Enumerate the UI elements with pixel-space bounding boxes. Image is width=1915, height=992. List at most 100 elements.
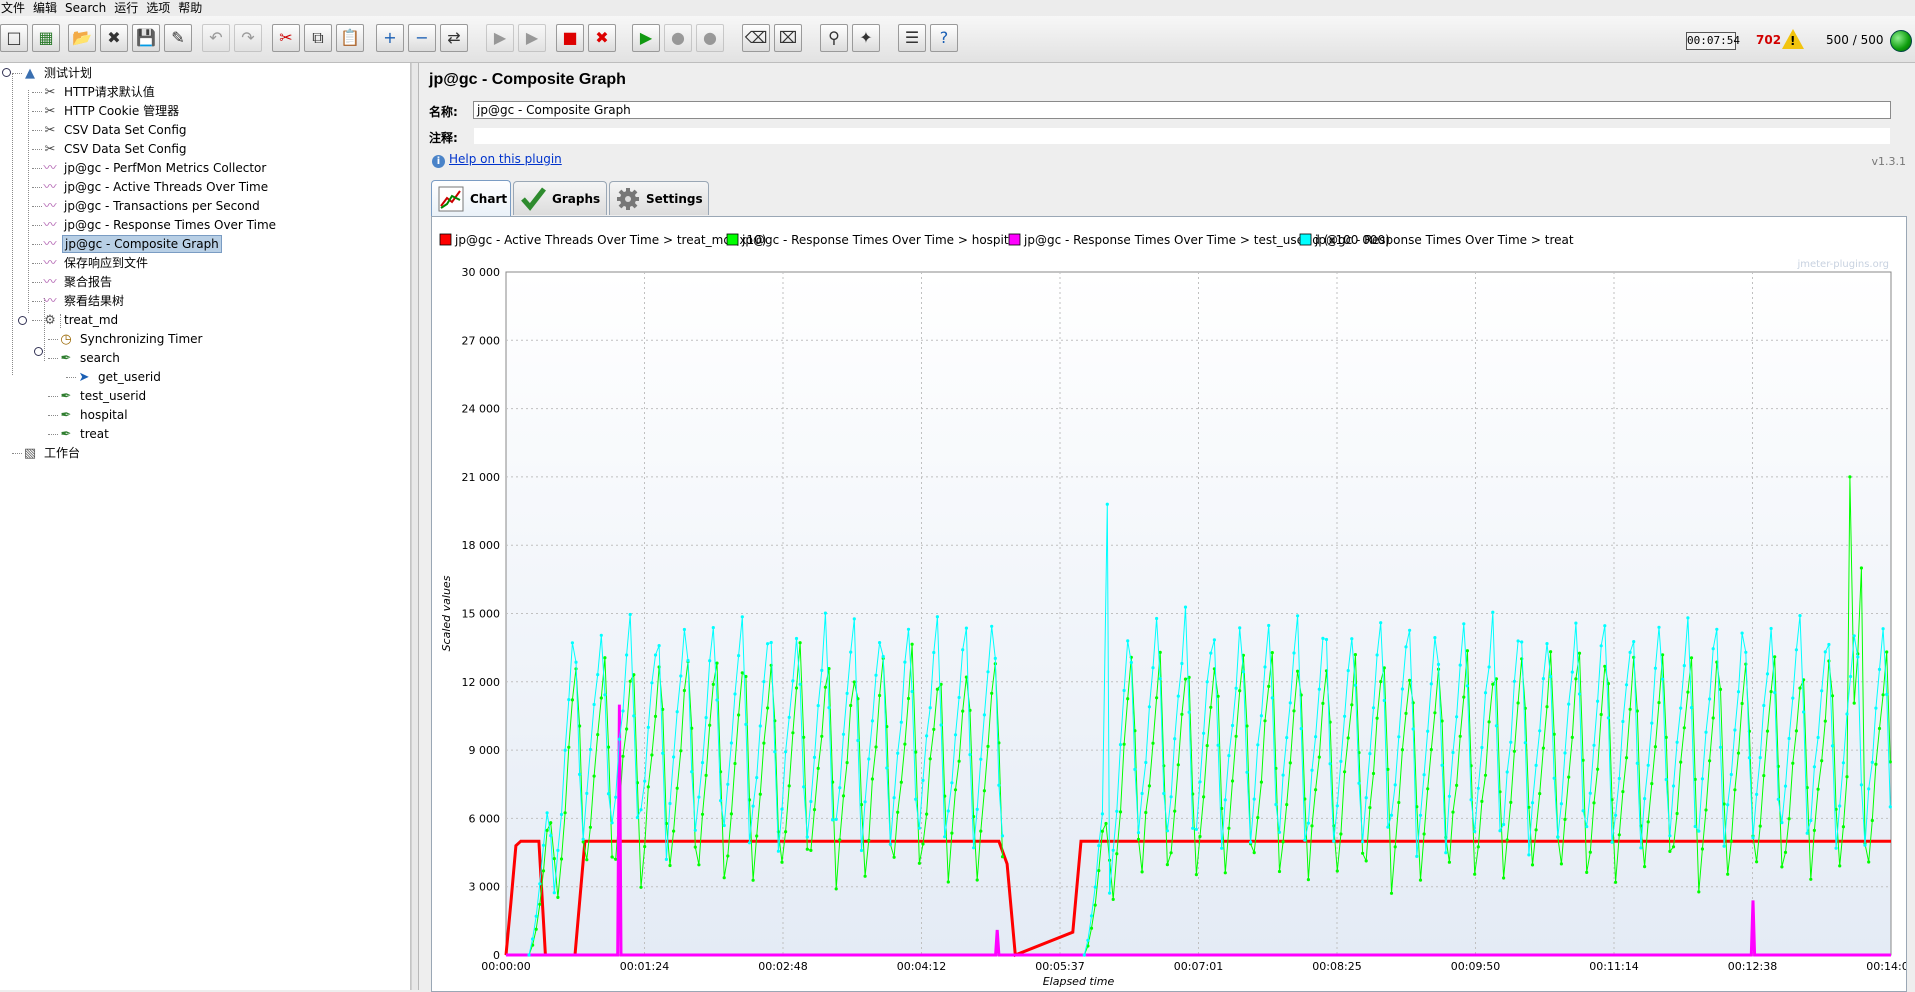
menu-0[interactable]: 文件 [0,0,32,16]
menu-4[interactable]: 选项 [145,0,177,16]
tree-node[interactable]: 〰察看结果树 [42,292,126,310]
tree-toggle-icon[interactable] [2,68,11,77]
data-point [1588,850,1592,854]
tree-toggle-icon[interactable] [18,316,27,325]
tab-chart[interactable]: Chart [431,180,511,216]
tree-node[interactable]: ✂ HTTP Cookie 管理器 [42,102,181,120]
tree-node[interactable]: 〰 jp@gc - PerfMon Metrics Collector [42,159,268,177]
data-point [798,641,802,645]
data-point [1418,813,1423,817]
data-point [610,821,614,825]
cut-icon[interactable]: ✂ [272,24,300,52]
menu-5[interactable]: 帮助 [177,0,209,16]
clear-icon[interactable]: ⌫ [742,24,770,52]
undo-icon[interactable]: ↶ [202,24,230,52]
x-tick-label: 00:08:25 [1312,960,1361,973]
remote-start-icon[interactable]: ▶ [632,24,660,52]
templates-icon[interactable]: ▦ [32,24,60,52]
clear-all-icon[interactable]: ⌧ [774,24,802,52]
tree-node[interactable]: ➤ get_userid [76,368,163,386]
data-point [1530,801,1535,805]
composite-chart[interactable]: jmeter-plugins.org 0 3 000 6 000 9 000 12 000… [431,216,1907,992]
test-plan-tree: ▲ 测试计划 ✂ HTTP请求默认值 ✂ HTTP Cookie 管理器 ✂ CSV Data… [0,63,411,990]
new-icon[interactable]: □ [0,24,28,52]
data-point [1769,690,1773,694]
tree-node[interactable]: ✂ CSV Data Set Config [42,140,189,158]
function-helper-icon[interactable]: ☰ [898,24,926,52]
data-point [1885,692,1889,697]
copy-icon[interactable]: ⧉ [304,24,332,52]
save-as-icon[interactable]: ✎ [164,24,192,52]
tree-node[interactable]: 〰聚合报告 [42,273,114,291]
remote-shutdown-icon[interactable]: ● [696,24,724,52]
warning-icon[interactable]: ! [1782,29,1804,49]
menu-1[interactable]: 编辑 [32,0,64,16]
stop-icon[interactable]: ■ [556,24,584,52]
listener-icon: 〰 [43,236,57,252]
expand-icon[interactable]: + [376,24,404,52]
tree-node[interactable]: ▲ 测试计划 [22,64,94,82]
tree-node[interactable]: 〰 jp@gc - Response Times Over Time [42,216,278,234]
data-point [567,745,571,749]
save-icon[interactable]: 💾 [132,24,160,52]
tab-graphs[interactable]: Graphs [513,181,607,215]
data-point [1368,752,1372,756]
data-point [1650,721,1654,725]
data-point [1773,691,1777,695]
reset-search-icon[interactable]: ✦ [852,24,880,52]
tree-node[interactable]: 〰 jp@gc - Transactions per Second [42,197,262,215]
data-point [751,878,755,882]
tree-node[interactable]: 〰保存响应到文件 [42,254,150,272]
tree-node[interactable]: ✂ HTTP请求默认值 [42,83,157,101]
data-point [878,693,882,698]
name-field[interactable]: jp@gc - Composite Graph [473,101,1891,119]
shutdown-icon[interactable]: ✖ [588,24,616,52]
search-icon[interactable]: ⚲ [820,24,848,52]
tree-node[interactable]: ✒ test_userid [58,387,148,405]
tree-connector [32,206,42,207]
tree-node[interactable]: ✒ treat [58,425,111,443]
tree-node[interactable]: 〰 jp@gc - Composite Graph [42,235,222,253]
data-point [1802,710,1806,714]
menu-3[interactable]: 运行 [113,0,145,16]
menu-2[interactable]: Search [64,0,113,16]
data-point [1740,701,1744,706]
comment-field[interactable] [473,127,1891,145]
data-point [805,835,809,839]
data-point [1288,701,1292,705]
tree-node[interactable]: ▧ 工作台 [22,444,82,462]
data-point [823,611,827,615]
help-icon[interactable]: ? [930,24,958,52]
start-no-pause-icon[interactable]: ▶ [518,24,546,52]
tree-node[interactable]: 〰 jp@gc - Active Threads Over Time [42,178,270,196]
data-point [1436,662,1441,666]
data-point [1209,705,1213,709]
data-point [1382,698,1386,703]
data-point [715,661,719,665]
redo-icon[interactable]: ↷ [234,24,262,52]
open-icon[interactable]: 📂 [68,24,96,52]
tree-toggle-icon[interactable] [34,347,43,356]
tree-node[interactable]: ✒ hospital [58,406,130,424]
toggle-icon[interactable]: ⇄ [440,24,468,52]
data-point [990,624,994,628]
data-point [1679,760,1683,764]
help-link[interactable]: Help on this plugin [449,152,562,166]
data-point [997,783,1001,787]
data-point [1183,605,1188,609]
data-point [621,754,625,758]
tab-settings[interactable]: Settings [609,181,709,215]
data-point [1646,763,1650,767]
tree-node[interactable]: ⚙ treat_md [42,311,120,329]
data-point [874,745,878,749]
tree-node[interactable]: ◷ Synchronizing Timer [58,330,204,348]
collapse-icon[interactable]: − [408,24,436,52]
start-icon[interactable]: ▶ [486,24,514,52]
tree-node[interactable]: ✒ search [58,349,122,367]
close-icon[interactable]: ✖ [100,24,128,52]
tree-node[interactable]: ✂ CSV Data Set Config [42,121,189,139]
paste-icon[interactable]: 📋 [336,24,364,52]
data-point [747,841,752,845]
remote-stop-icon[interactable]: ● [664,24,692,52]
data-point [1155,616,1159,621]
